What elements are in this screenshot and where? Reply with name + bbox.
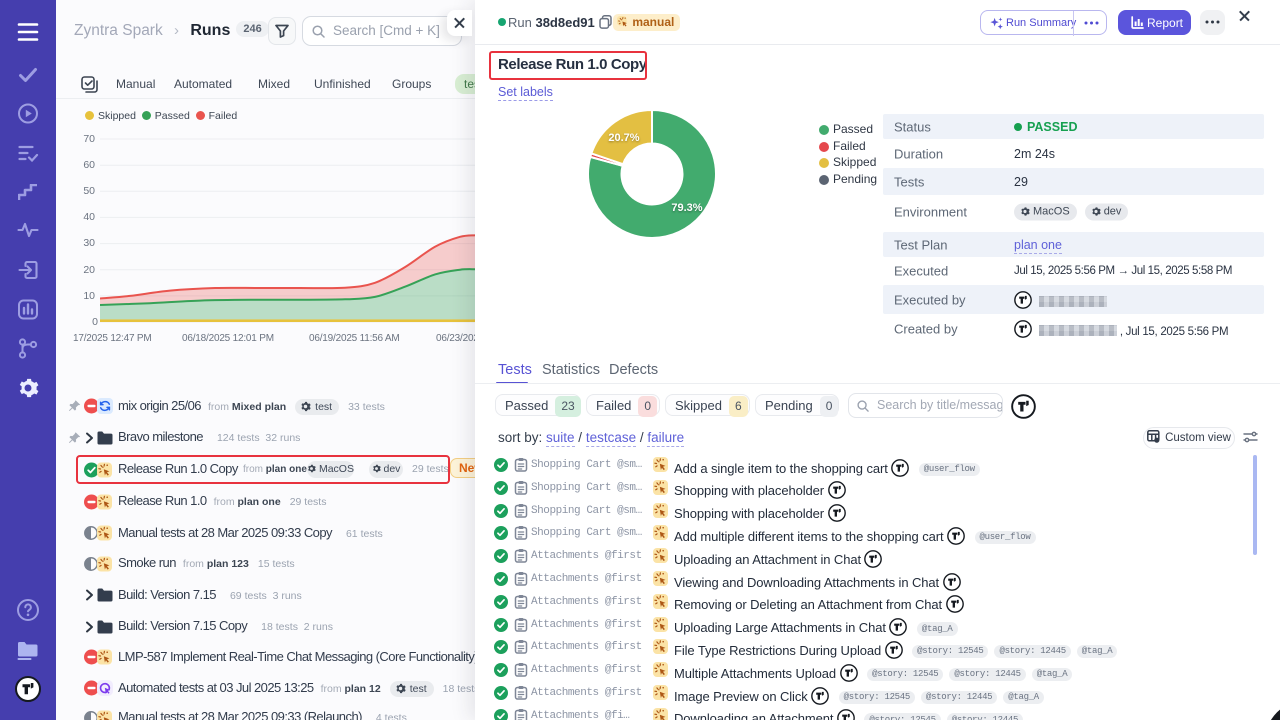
svg-text:20.7%: 20.7% — [608, 132, 639, 144]
svg-text:79.3%: 79.3% — [671, 202, 702, 214]
